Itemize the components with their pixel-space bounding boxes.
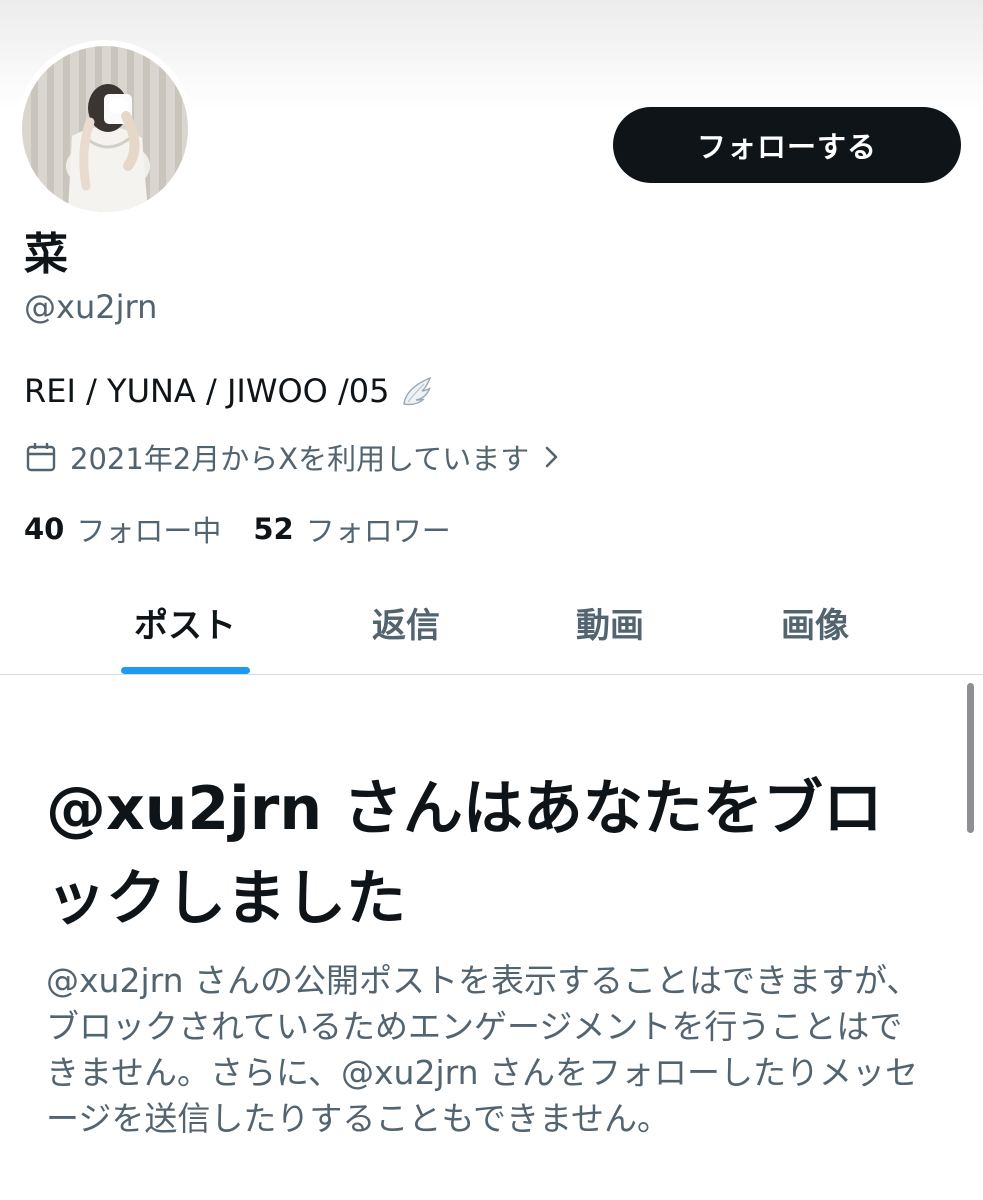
user-handle: @xu2jrn — [24, 288, 158, 326]
tab-images[interactable]: 画像 — [725, 596, 905, 648]
calendar-icon — [24, 440, 58, 474]
blocked-title: @xu2jrn さんはあなたをブロックしました — [46, 774, 883, 934]
bio: REI / YUNA / JIWOO /05 — [24, 372, 434, 410]
avatar-photo — [66, 84, 150, 212]
follow-button[interactable]: フォローする — [613, 107, 961, 183]
chevron-right-icon — [543, 444, 561, 470]
tab-replies[interactable]: 返信 — [316, 596, 496, 648]
wing-emoji-icon — [400, 374, 434, 408]
tab-videos[interactable]: 動画 — [520, 596, 700, 648]
followers-count[interactable]: 52 — [253, 512, 293, 546]
bio-text: REI / YUNA / JIWOO /05 — [24, 372, 390, 410]
display-name: 菜 — [24, 229, 68, 280]
active-tab-indicator — [121, 667, 250, 674]
following-count[interactable]: 40 — [24, 512, 64, 546]
tab-posts[interactable]: ポスト — [95, 596, 275, 648]
following-label[interactable]: フォロー中 — [76, 508, 221, 550]
join-date-text: 2021年2月からXを利用しています — [70, 442, 530, 476]
followers-label[interactable]: フォロワー — [306, 508, 451, 550]
scrollbar[interactable] — [967, 683, 974, 833]
tabs-divider — [0, 674, 983, 675]
join-date-row[interactable]: 2021年2月からXを利用しています — [24, 437, 561, 477]
avatar[interactable] — [22, 46, 188, 212]
blocked-message: @xu2jrn さんの公開ポストを表示することはできますが、ブロックされているた… — [46, 961, 920, 1138]
follow-stats: 40 フォロー中 52 フォロワー — [24, 507, 451, 551]
